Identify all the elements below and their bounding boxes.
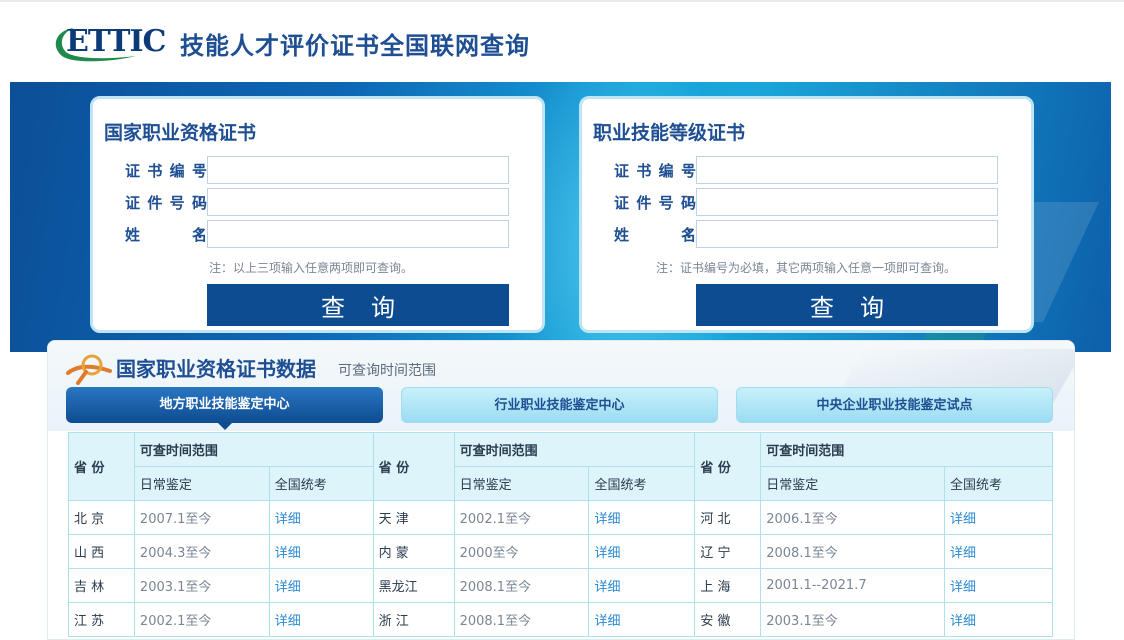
national-header: 全国统考 bbox=[588, 466, 696, 501]
daily-period: 2000至今 bbox=[453, 534, 590, 569]
detail-link[interactable]: 详细 bbox=[268, 500, 374, 535]
province-name: 上 海 bbox=[694, 568, 762, 603]
province-header: 省 份 bbox=[694, 432, 762, 501]
province-name: 安 徽 bbox=[694, 602, 762, 637]
field-row-id-number: 证件号码: bbox=[582, 188, 1031, 216]
table-row: 北 京 2007.1至今 详细 天 津 2002.1至今 详细 河 北 2006… bbox=[68, 500, 1053, 535]
panel-title: 国家职业资格证书 bbox=[104, 122, 257, 144]
table-subheader-row: 日常鉴定 全国统考 日常鉴定 全国统考 日常鉴定 全国统考 bbox=[69, 466, 1053, 501]
province-header: 省 份 bbox=[68, 432, 135, 501]
daily-period: 2002.1至今 bbox=[133, 602, 270, 637]
panel-national-qualification: 国家职业资格证书 证书编号: 证件号码: 姓名: 注：以上三项输入任意两项即可查… bbox=[90, 96, 545, 333]
field-row-cert-number: 证书编号: bbox=[93, 156, 542, 184]
cert-number-input[interactable] bbox=[207, 156, 509, 184]
province-name: 吉 林 bbox=[68, 568, 135, 603]
daily-period: 2006.1至今 bbox=[760, 500, 946, 535]
daily-period: 2008.1至今 bbox=[453, 602, 590, 637]
section-subtitle: 可查询时间范围 bbox=[338, 363, 436, 379]
detail-link[interactable]: 详细 bbox=[588, 500, 696, 535]
name-input[interactable] bbox=[696, 220, 998, 248]
daily-period: 2008.1至今 bbox=[453, 568, 590, 603]
query-button[interactable]: 查询 bbox=[207, 284, 509, 326]
province-name: 辽 宁 bbox=[694, 534, 762, 569]
panel-note: 注：证书编号为必填，其它两项输入任意一项即可查询。 bbox=[656, 261, 957, 275]
province-name: 黑龙江 bbox=[372, 568, 455, 603]
field-row-id-number: 证件号码: bbox=[93, 188, 542, 216]
range-header: 可查时间范围 bbox=[453, 432, 696, 467]
field-label: 证件号码 bbox=[614, 194, 696, 212]
logo-text: ETTIC bbox=[66, 24, 166, 59]
field-label: 姓名 bbox=[614, 226, 696, 244]
site-title: 技能人才评价证书全国联网查询 bbox=[180, 32, 530, 60]
field-row-cert-number: 证书编号: bbox=[582, 156, 1031, 184]
province-name: 山 西 bbox=[68, 534, 135, 569]
field-label: 证书编号 bbox=[614, 162, 696, 180]
province-header: 省 份 bbox=[372, 432, 455, 501]
detail-link[interactable]: 详细 bbox=[944, 568, 1053, 603]
field-row-name: 姓名: bbox=[582, 220, 1031, 248]
province-range-table: 省 份 可查时间范围 省 份 可查时间范围 省 份 可查时间范围 日常鉴定 全国… bbox=[68, 432, 1053, 637]
field-row-name: 姓名: bbox=[93, 220, 542, 248]
province-name: 内 蒙 bbox=[372, 534, 455, 569]
daily-period: 2003.1至今 bbox=[760, 602, 946, 637]
daily-header: 日常鉴定 bbox=[760, 466, 946, 501]
daily-period: 2008.1至今 bbox=[760, 534, 946, 569]
province-name: 江 苏 bbox=[68, 602, 135, 637]
tab-industry-center[interactable]: 行业职业技能鉴定中心 bbox=[401, 387, 718, 423]
panel-title: 职业技能等级证书 bbox=[593, 122, 746, 144]
query-button[interactable]: 查询 bbox=[696, 284, 998, 326]
panel-skill-level: 职业技能等级证书 证书编号: 证件号码: 姓名: 注：证书编号为必填，其它两项输… bbox=[579, 96, 1034, 333]
province-name: 河 北 bbox=[694, 500, 762, 535]
section-title: 国家职业资格证书数据 bbox=[116, 357, 316, 381]
field-label: 姓名 bbox=[125, 226, 207, 244]
magnifier-ribbon-icon bbox=[66, 354, 112, 385]
detail-link[interactable]: 详细 bbox=[268, 568, 374, 603]
id-number-input[interactable] bbox=[696, 188, 998, 216]
daily-header: 日常鉴定 bbox=[133, 466, 270, 501]
table-header-row: 省 份 可查时间范围 省 份 可查时间范围 省 份 可查时间范围 bbox=[68, 432, 1053, 501]
range-header: 可查时间范围 bbox=[760, 432, 1053, 467]
national-header: 全国统考 bbox=[944, 466, 1053, 501]
detail-link[interactable]: 详细 bbox=[588, 534, 696, 569]
daily-period: 2003.1至今 bbox=[133, 568, 270, 603]
center-tabs: 地方职业技能鉴定中心 行业职业技能鉴定中心 中央企业职业技能鉴定试点 bbox=[66, 387, 1056, 430]
table-row: 山 西 2004.3至今 详细 内 蒙 2000至今 详细 辽 宁 2008.1… bbox=[68, 534, 1053, 569]
cert-number-input[interactable] bbox=[696, 156, 998, 184]
site-header: ETTIC 技能人才评价证书全国联网查询 bbox=[0, 2, 1124, 82]
field-label: 证件号码 bbox=[125, 194, 207, 212]
detail-link[interactable]: 详细 bbox=[944, 500, 1053, 535]
range-header: 可查时间范围 bbox=[133, 432, 374, 467]
national-header: 全国统考 bbox=[268, 466, 374, 501]
table-row: 吉 林 2003.1至今 详细 黑龙江 2008.1至今 详细 上 海 2001… bbox=[68, 568, 1053, 603]
detail-link[interactable]: 详细 bbox=[268, 602, 374, 637]
province-name: 浙 江 bbox=[372, 602, 455, 637]
daily-period: 2007.1至今 bbox=[133, 500, 270, 535]
province-name: 天 津 bbox=[372, 500, 455, 535]
detail-link[interactable]: 详细 bbox=[944, 602, 1053, 637]
daily-period: 2001.1--2021.7 bbox=[760, 568, 946, 603]
tab-local-center[interactable]: 地方职业技能鉴定中心 bbox=[66, 387, 383, 430]
detail-link[interactable]: 详细 bbox=[944, 534, 1053, 569]
id-number-input[interactable] bbox=[207, 188, 509, 216]
detail-link[interactable]: 详细 bbox=[588, 602, 696, 637]
ettic-logo[interactable]: ETTIC bbox=[52, 24, 170, 64]
name-input[interactable] bbox=[207, 220, 509, 248]
province-name: 北 京 bbox=[68, 500, 135, 535]
daily-period: 2004.3至今 bbox=[133, 534, 270, 569]
field-label: 证书编号 bbox=[125, 162, 207, 180]
detail-link[interactable]: 详细 bbox=[588, 568, 696, 603]
daily-header: 日常鉴定 bbox=[453, 466, 590, 501]
daily-period: 2002.1至今 bbox=[453, 500, 590, 535]
table-row: 江 苏 2002.1至今 详细 浙 江 2008.1至今 详细 安 徽 2003… bbox=[68, 602, 1053, 637]
tab-central-enterprise[interactable]: 中央企业职业技能鉴定试点 bbox=[736, 387, 1053, 423]
detail-link[interactable]: 详细 bbox=[268, 534, 374, 569]
panel-note: 注：以上三项输入任意两项即可查询。 bbox=[209, 261, 414, 275]
